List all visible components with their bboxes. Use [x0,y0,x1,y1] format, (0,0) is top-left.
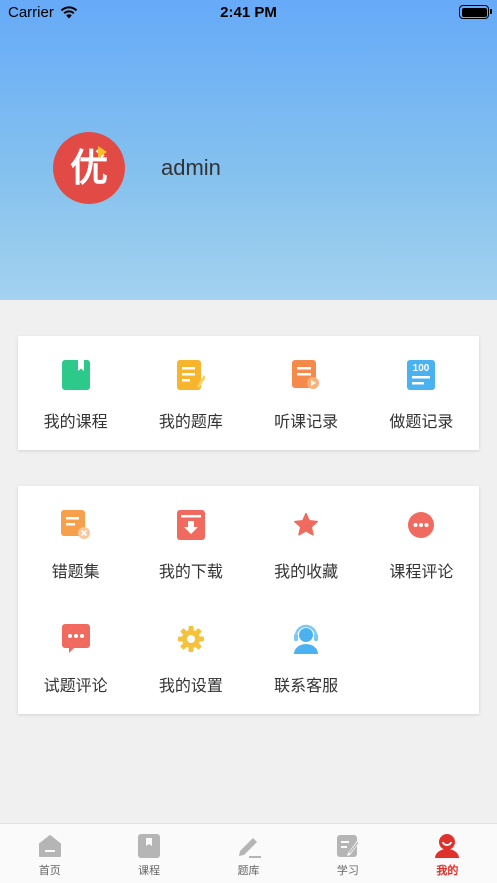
status-time: 2:41 PM [220,4,277,21]
customer-service-icon [289,622,323,656]
menu-label: 联系客服 [274,676,339,695]
gear-icon [174,622,208,656]
menu-item-my-downloads[interactable]: 我的下载 [133,486,248,600]
course-tab-icon [136,833,162,859]
listen-record-icon [289,358,323,392]
exercise-record-icon: 100 [404,358,438,392]
tab-label: 首页 [38,864,61,877]
menu-item-exercise-record[interactable]: 100 做题记录 [364,336,479,450]
menu-label: 我的题库 [158,412,223,431]
menu-item-my-favorites[interactable]: 我的收藏 [249,486,364,600]
course-book-icon [59,358,93,392]
profile-icon [434,833,460,859]
tab-home[interactable]: 首页 [0,824,99,883]
tab-label: 课程 [138,864,161,877]
pencil-icon [236,833,262,859]
battery-icon [459,5,492,19]
avatar[interactable]: 优 [53,132,125,204]
question-bank-icon [174,358,208,392]
menu-label: 我的收藏 [274,562,339,581]
status-bar: Carrier 2:41 PM [0,0,497,26]
menu-label: 试题评论 [43,676,108,695]
home-icon [37,833,63,859]
tab-courses[interactable]: 课程 [99,824,198,883]
username[interactable]: admin [161,155,221,181]
menu-item-my-question-bank[interactable]: 我的题库 [133,336,248,450]
play-icon [98,146,107,158]
star-icon [289,508,323,542]
tab-profile[interactable]: 我的 [398,824,497,883]
menu-item-my-courses[interactable]: 我的课程 [18,336,133,450]
tab-label: 学习 [336,864,359,877]
menu-label: 我的设置 [158,676,223,695]
menu-label: 错题集 [51,562,100,581]
menu-label: 课程评论 [389,562,454,581]
menu-item-question-comments[interactable]: 试题评论 [18,600,133,714]
svg-text:100: 100 [413,363,430,374]
download-icon [174,508,208,542]
tab-label: 题库 [237,864,260,877]
question-comment-icon [59,622,93,656]
wrong-questions-icon [59,508,93,542]
profile-header: Carrier 2:41 PM 优 admin [0,0,497,300]
course-comment-icon [404,508,438,542]
menu-item-my-settings[interactable]: 我的设置 [133,600,248,714]
menu-label: 我的下载 [158,562,223,581]
menu-item-listen-record[interactable]: 听课记录 [249,336,364,450]
study-icon [335,833,361,859]
tab-bar: 首页 课程 题库 学习 我的 [0,823,497,883]
menu-item-wrong-questions[interactable]: 错题集 [18,486,133,600]
tab-question-bank[interactable]: 题库 [199,824,298,883]
tab-study[interactable]: 学习 [298,824,397,883]
menu-label: 听课记录 [274,412,339,431]
menu-item-course-comments[interactable]: 课程评论 [364,486,479,600]
tab-label: 我的 [436,864,459,877]
menu-label: 我的课程 [43,412,108,431]
menu-item-contact-service[interactable]: 联系客服 [249,600,364,714]
quick-menu-card: 我的课程 我的题库 听课记录 100 做题记录 [18,336,479,450]
menu-label: 做题记录 [389,412,454,431]
more-menu-card: 错题集 我的下载 我的收藏 课程评论 试题评论 我的设置 联系客服 [18,486,479,714]
